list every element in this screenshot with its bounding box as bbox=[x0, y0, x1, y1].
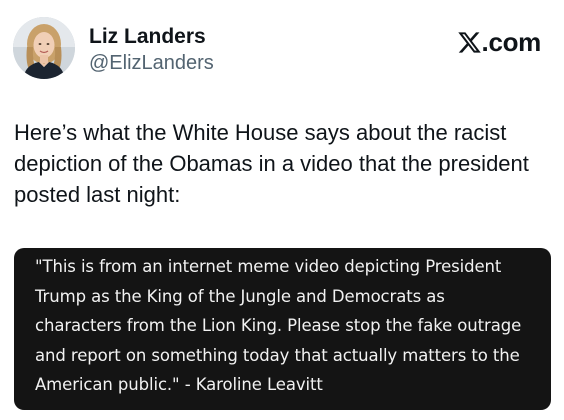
author-handle[interactable]: @ElizLanders bbox=[89, 50, 214, 76]
x-logo-icon bbox=[457, 30, 482, 55]
author-name[interactable]: Liz Landers bbox=[89, 24, 206, 50]
brand-text: .com bbox=[481, 27, 542, 57]
profile-photo-icon bbox=[13, 17, 75, 79]
quoted-statement-image: "This is from an internet meme video dep… bbox=[14, 248, 551, 410]
avatar[interactable] bbox=[13, 17, 75, 79]
quoted-statement-text: "This is from an internet meme video dep… bbox=[35, 257, 522, 394]
brand-watermark: .com bbox=[457, 27, 541, 57]
tweet-text: Here’s what the White House says about t… bbox=[14, 120, 529, 207]
